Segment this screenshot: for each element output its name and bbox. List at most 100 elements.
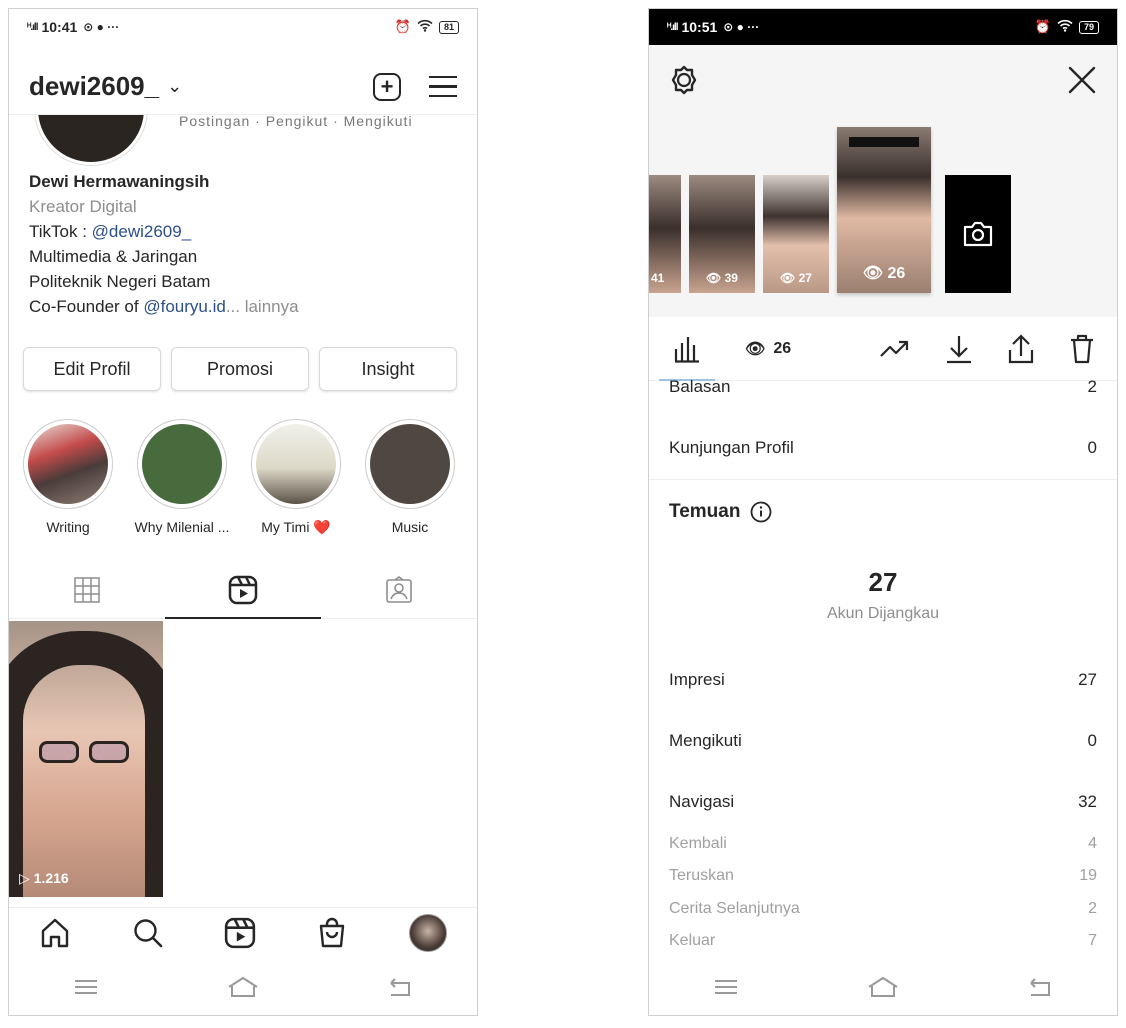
battery-icon: 79 — [1078, 20, 1099, 34]
close-icon[interactable] — [1067, 65, 1097, 95]
category-label: Kreator Digital — [29, 197, 137, 216]
notification-icons: ⊙ ● ··· — [83, 20, 120, 34]
highlight-label: My Timi ❤️ — [261, 519, 331, 535]
signal-icon: ᴴ.ıll — [27, 21, 39, 33]
stat-label: Kunjungan Profil — [669, 438, 794, 457]
stat-value: 0 — [1087, 438, 1097, 457]
notification-icons: ⊙ ● ··· — [723, 20, 760, 34]
download-icon[interactable] — [945, 334, 973, 364]
stat-label: Keluar — [669, 932, 716, 949]
trash-icon[interactable] — [1069, 334, 1095, 364]
alarm-icon: ⏰ — [394, 19, 411, 34]
back-icon[interactable] — [387, 977, 413, 997]
highlight-ring — [251, 419, 341, 509]
highlight-why-milenial[interactable]: Why Milenial ... — [131, 419, 233, 536]
back-icon[interactable] — [1027, 977, 1053, 997]
tab-grid[interactable] — [9, 561, 165, 618]
home-button-icon[interactable] — [226, 975, 260, 999]
signal-icon: ᴴ.ıll — [667, 21, 679, 33]
tab-reels[interactable] — [165, 561, 321, 619]
profile-avatar-icon[interactable] — [408, 913, 447, 952]
tagged-icon — [386, 575, 412, 603]
viewer-count: 26 — [773, 339, 792, 357]
story-thumbnail[interactable]: 41 — [649, 175, 681, 293]
stat-value: 32 — [1078, 792, 1097, 811]
stat-label: Navigasi — [669, 792, 735, 811]
home-icon[interactable] — [39, 917, 71, 949]
highlight-ring — [365, 419, 455, 509]
status-right: ⏰ 81 — [395, 19, 459, 35]
insight-button[interactable]: Insight — [319, 347, 457, 391]
story-thumbnail-strip: 41 👁 39 👁 27 👁 26 — [649, 127, 1011, 293]
highlight-label: Why Milenial ... — [134, 519, 230, 535]
recent-apps-icon[interactable] — [713, 978, 739, 996]
fouryu-link[interactable]: @fouryu.id — [143, 297, 225, 316]
story-views: 41 — [651, 271, 665, 285]
eye-icon: 👁 — [706, 271, 722, 285]
story-insights-screen: ᴴ.ıll 10:51 ⊙ ● ··· ⏰ 79 41 👁 39 👁 27 👁 … — [648, 8, 1118, 1016]
camera-icon — [963, 221, 993, 247]
section-divider — [649, 479, 1117, 480]
menu-icon[interactable] — [429, 75, 457, 98]
info-icon[interactable] — [750, 501, 772, 523]
story-thumbnail-selected[interactable]: 👁 26 — [837, 127, 931, 293]
highlight-writing[interactable]: Writing — [17, 419, 119, 536]
story-thumbnail[interactable]: 👁 39 — [689, 175, 755, 293]
highlight-cover — [256, 424, 336, 504]
stat-value: 19 — [1079, 867, 1097, 884]
story-views: 👁 39 — [689, 271, 755, 285]
highlight-my-timi[interactable]: My Timi ❤️ — [245, 419, 347, 536]
username[interactable]: dewi2609_ — [29, 71, 159, 102]
bio-text: TikTok : — [29, 222, 92, 241]
bio-line: Politeknik Negeri Batam — [29, 272, 211, 291]
system-navigation-bar — [9, 959, 477, 1015]
bottom-navigation — [9, 907, 477, 957]
bio-tiktok-line: TikTok : @dewi2609_ — [29, 219, 299, 244]
profile-bio: Dewi Hermawaningsih Kreator Digital TikT… — [29, 169, 299, 319]
discovery-section-title: Temuan — [669, 501, 772, 523]
alarm-icon: ⏰ — [1034, 19, 1051, 34]
add-story-tile[interactable] — [945, 175, 1011, 293]
reel-image-detail — [39, 741, 129, 763]
highlight-ring — [23, 419, 113, 509]
home-button-icon[interactable] — [866, 975, 900, 999]
story-views: 👁 27 — [763, 271, 829, 285]
reel-image — [9, 631, 163, 897]
profile-header: dewi2609_ ⌄ + — [9, 59, 477, 115]
full-name: Dewi Hermawaningsih — [29, 172, 210, 191]
tiktok-link[interactable]: @dewi2609_ — [92, 222, 192, 241]
tab-tagged[interactable] — [321, 561, 477, 618]
status-time: 10:51 — [681, 19, 718, 35]
edit-profile-button[interactable]: Edit Profil — [23, 347, 161, 391]
recent-apps-icon[interactable] — [73, 978, 99, 996]
stat-subrow-forward: Teruskan 19 — [669, 867, 1097, 885]
stat-subrow-exit: Keluar 7 — [669, 932, 1097, 950]
share-icon[interactable] — [1007, 333, 1035, 364]
accounts-reached-value: 27 — [868, 567, 898, 597]
status-bar: ᴴ.ıll 10:51 ⊙ ● ··· ⏰ 79 — [649, 9, 1117, 45]
gear-icon[interactable] — [669, 65, 699, 95]
grid-icon — [74, 576, 100, 603]
promote-trend-icon[interactable] — [879, 338, 911, 360]
stat-value: 2 — [1088, 900, 1097, 917]
story-thumbnail[interactable]: 👁 27 — [763, 175, 829, 293]
more-link[interactable]: ... lainnya — [226, 297, 299, 316]
profile-screen: ᴴ.ıll 10:41 ⊙ ● ··· ⏰ 81 Postingan · Pen… — [8, 8, 478, 1016]
shop-icon[interactable] — [316, 917, 348, 949]
highlight-cover — [28, 424, 108, 504]
stat-value: 4 — [1088, 835, 1097, 852]
reel-thumbnail[interactable]: ▷ 1.216 — [9, 621, 163, 897]
tab-insights[interactable] — [659, 317, 715, 381]
search-icon[interactable] — [132, 917, 164, 949]
new-post-icon[interactable]: + — [373, 72, 401, 101]
section-title-text: Temuan — [669, 501, 741, 522]
stat-label: Impresi — [669, 670, 725, 689]
reels-icon[interactable] — [224, 917, 256, 949]
story-views: 👁 26 — [837, 263, 931, 283]
highlight-music[interactable]: Music — [359, 419, 461, 536]
insights-toolbar: 👁 26 — [649, 317, 1117, 381]
battery-icon: 81 — [438, 20, 459, 34]
chevron-down-icon[interactable]: ⌄ — [167, 76, 182, 97]
tab-viewers[interactable]: 👁 26 — [745, 339, 791, 359]
promote-button[interactable]: Promosi — [171, 347, 309, 391]
